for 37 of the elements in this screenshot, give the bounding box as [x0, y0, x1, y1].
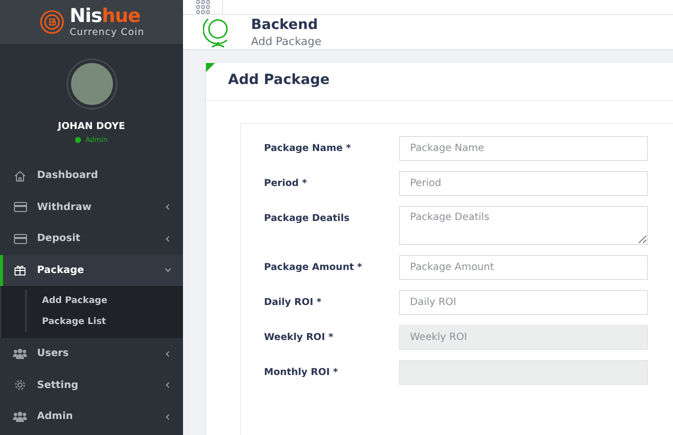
corner-accent [206, 63, 215, 72]
brand-tagline: Currency Coin [70, 26, 144, 38]
input-field[interactable]: Daily ROI [399, 290, 648, 315]
field-label: Package Name * [264, 142, 352, 154]
apps-grid-icon[interactable] [196, 0, 210, 14]
avatar [68, 60, 116, 108]
sidebar-item[interactable]: Setting [0, 370, 183, 401]
field-label: Weekly ROI * [264, 331, 334, 343]
credit-card-icon [14, 234, 26, 244]
sidebar-item[interactable]: Dashboard [0, 160, 183, 192]
home-icon [14, 170, 26, 182]
text-area[interactable]: Package Deatils [399, 206, 648, 245]
field-label: Package Deatils [264, 212, 350, 224]
credit-card-icon [14, 202, 26, 212]
sidebar-item[interactable]: Admin [0, 401, 183, 432]
status-dot [75, 137, 82, 143]
field-label: Package Amount * [264, 261, 362, 273]
brand-name: Nishue [70, 6, 142, 26]
sidebar-item[interactable]: Package [0, 254, 183, 286]
input-field[interactable]: Package Amount [399, 255, 648, 280]
input-field[interactable]: Package Name [399, 136, 648, 161]
field-label: Daily ROI * [264, 296, 322, 308]
field-label: Monthly ROI * [264, 366, 338, 378]
gift-icon [14, 264, 26, 276]
users-icon [13, 348, 27, 360]
user-name: JOHAN DOYE [58, 121, 126, 132]
sidebar-item[interactable]: Users [0, 338, 183, 370]
users-icon [13, 411, 27, 422]
card-title: Add Package [206, 63, 673, 101]
sidebar-item[interactable]: Withdraw [0, 192, 183, 223]
page-title: Backend [251, 16, 319, 32]
page-subtitle: Add Package [251, 34, 322, 48]
sidebar-item[interactable]: Deposit [0, 223, 183, 254]
field-label: Period * [264, 177, 307, 189]
coin-logo-icon [38, 9, 65, 35]
gear-icon [14, 379, 26, 392]
input-field[interactable]: Period [399, 171, 648, 196]
